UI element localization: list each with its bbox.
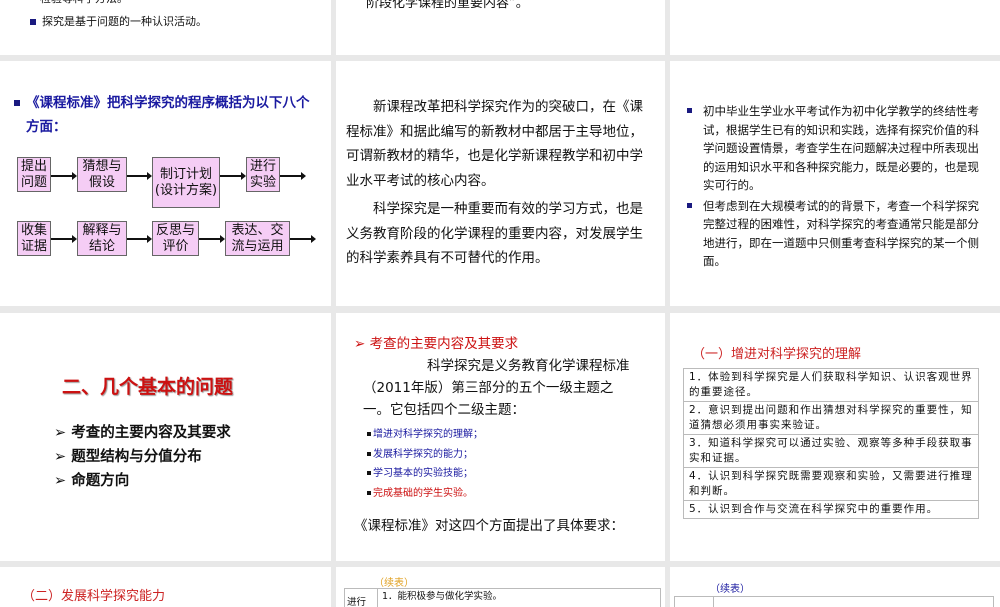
row-header: 进行 xyxy=(347,597,367,607)
arrow-icon xyxy=(51,172,77,180)
table-row: 3．知道科学探究可以通过实验、观察等多种手段获取事实和证据。 xyxy=(683,434,979,468)
item-list: ➢ 考查的主要内容及其要求 ➢ 题型结构与分值分布 ➢ 命题方向 xyxy=(54,421,231,493)
slide-heading: （二）发展科学探究能力 xyxy=(22,589,166,604)
slide-thumbnail[interactable]: 初中毕业生学业水平考试作为初中化学教学的终结性考试，根据学生已有的知识和实践，选… xyxy=(670,61,1000,306)
footer-text: 《课程标准》对这四个方面提出了具体要求： xyxy=(354,518,624,534)
list-item: ➢ 题型结构与分值分布 xyxy=(54,445,231,469)
bullet-text: 探究是基于问题的一种认识活动。 xyxy=(42,15,207,28)
continued-label: （续表） xyxy=(710,584,750,595)
slide-heading: （一）增进对科学探究的理解 xyxy=(692,347,862,362)
table-cell: 1．能积极参与做化学实验。 xyxy=(377,588,502,607)
continued-table xyxy=(674,596,994,607)
heading-text: 《课程标准》把科学探究的程序概括为以下八个方面： xyxy=(26,95,310,135)
slide-thumbnail[interactable]: （续表） 进行 1．能积极参与做化学实验。 xyxy=(336,567,665,607)
flow-step: 猜想与假设 xyxy=(77,157,127,192)
table-divider xyxy=(713,597,714,607)
bullet-list: 初中毕业生学业水平考试作为初中化学教学的终结性考试，根据学生已有的知识和实践，选… xyxy=(687,102,983,271)
arrow-icon xyxy=(127,235,152,243)
flow-step: 收集证据 xyxy=(17,221,51,256)
item-text: 发展科学探究的能力； xyxy=(373,448,473,460)
heading-text: 考查的主要内容及其要求 xyxy=(369,336,519,352)
flow-step: 提出问题 xyxy=(17,157,51,192)
cut-text: 阶段化学课程的重要内容”。 xyxy=(366,0,529,11)
arrow-icon xyxy=(220,172,246,180)
arrowhead-icon: ➢ xyxy=(54,449,72,465)
arrow-icon xyxy=(51,235,77,243)
flow-step: 进行实验 xyxy=(246,157,280,192)
bullet-item: 初中毕业生学业水平考试作为初中化学教学的终结性考试，根据学生已有的知识和实践，选… xyxy=(687,102,983,195)
cut-text: 检验等科学方法。 xyxy=(40,0,128,8)
slide-thumbnail[interactable]: （一）增进对科学探究的理解 1．体验到科学探究是人们获取科学知识、认识客观世界的… xyxy=(670,313,1000,561)
arrowhead-icon: ➢ xyxy=(54,425,72,441)
table-cell: 3．知道科学探究可以通过实验、观察等多种手段获取事实和证据。 xyxy=(683,434,979,468)
table-row: 4．认识到科学探究既需要观察和实验，又需要进行推理和判断。 xyxy=(683,467,979,501)
slide-thumbnail[interactable]: 二、几个基本的问题 ➢ 考查的主要内容及其要求 ➢ 题型结构与分值分布 ➢ 命题… xyxy=(0,313,331,561)
table-cell: 4．认识到科学探究既需要观察和实验，又需要进行推理和判断。 xyxy=(683,467,979,501)
flow-step: 制订计划(设计方案) xyxy=(152,157,220,208)
list-item: ➢ 考查的主要内容及其要求 xyxy=(54,421,231,445)
bullet-text: 初中毕业生学业水平考试作为初中化学教学的终结性考试，根据学生已有的知识和实践，选… xyxy=(703,104,979,192)
bullet-icon xyxy=(687,108,692,113)
table-cell: 1．体验到科学探究是人们获取科学知识、认识客观世界的重要途径。 xyxy=(683,368,979,402)
continued-label: （续表） xyxy=(374,578,414,589)
item-text: 学习基本的实验技能； xyxy=(373,468,473,479)
slide-heading: ➢ 考查的主要内容及其要求 xyxy=(354,332,518,352)
slide-thumbnail[interactable]: 检验等科学方法。 探究是基于问题的一种认识活动。 xyxy=(0,0,331,55)
item-text: 完成基础的学生实验。 xyxy=(373,487,473,499)
item-text: 考查的主要内容及其要求 xyxy=(71,425,231,441)
arrow-icon xyxy=(290,235,316,243)
arrowhead-icon: ➢ xyxy=(54,473,72,489)
bullet-icon xyxy=(30,19,36,25)
table-row: 5．认识到合作与交流在科学探究中的重要作用。 xyxy=(683,500,979,519)
table-cell: 2．意识到提出问题和作出猜想对科学探究的重要性，知道猜想必须用事实来验证。 xyxy=(683,401,979,435)
slide-thumbnail[interactable]: 阶段化学课程的重要内容”。 xyxy=(336,0,665,55)
item-text: 增进对科学探究的理解； xyxy=(373,429,483,440)
slide-thumbnail[interactable]: 《课程标准》把科学探究的程序概括为以下八个方面： 提出问题 猜想与假设 制订计划… xyxy=(0,61,331,306)
continued-table: 进行 1．能积极参与做化学实验。 xyxy=(344,588,661,607)
bullet-icon xyxy=(687,202,692,208)
list-item: 完成基础的学生实验。 xyxy=(367,484,483,504)
table-row: 2．意识到提出问题和作出猜想对科学探究的重要性，知道猜想必须用事实来验证。 xyxy=(683,401,979,435)
paragraph: 科学探究是义务教育化学课程标准（2011年版）第三部分的五个一级主题之一。它包括… xyxy=(363,358,630,418)
list-item: 学习基本的实验技能； xyxy=(367,464,483,484)
bullet-icon xyxy=(14,100,20,106)
paragraph: 科学探究是一种重要而有效的学习方式，也是义务教育阶段的化学课程的重要内容，对发展… xyxy=(346,201,643,266)
slide-thumbnail[interactable] xyxy=(670,0,1000,55)
flow-step: 解释与结论 xyxy=(77,221,127,256)
arrow-icon xyxy=(199,235,225,243)
paragraph: 新课程改革把科学探究作为的突破口，在《课程标准》和据此编写的新教材中都居于主导地… xyxy=(346,99,643,189)
bullet-item: 但考虑到在大规模考试的的背景下，考查一个科学探究完整过程的困难性，对科学探究的考… xyxy=(687,197,983,271)
sub-topic-list: 增进对科学探究的理解； 发展科学探究的能力； 学习基本的实验技能； 完成基础的学… xyxy=(367,425,483,503)
slide-title: 二、几个基本的问题 xyxy=(62,376,234,398)
slide-heading: 《课程标准》把科学探究的程序概括为以下八个方面： xyxy=(14,91,319,139)
arrowhead-icon: ➢ xyxy=(354,336,370,352)
slide-thumbnail[interactable]: ➢ 考查的主要内容及其要求 科学探究是义务教育化学课程标准（2011年版）第三部… xyxy=(336,313,665,561)
bullet-icon xyxy=(367,471,371,475)
table-cell: 5．认识到合作与交流在科学探究中的重要作用。 xyxy=(683,500,979,519)
table-row: 1．体验到科学探究是人们获取科学知识、认识客观世界的重要途径。 xyxy=(683,368,979,402)
slide-thumbnail[interactable]: （二）发展科学探究能力 xyxy=(0,567,331,607)
bullet-text: 但考虑到在大规模考试的的背景下，考查一个科学探究完整过程的困难性，对科学探究的考… xyxy=(703,198,979,269)
arrow-icon xyxy=(127,172,152,180)
slide-thumbnail[interactable]: 新课程改革把科学探究作为的突破口，在《课程标准》和据此编写的新教材中都居于主导地… xyxy=(336,61,665,306)
bullet-icon xyxy=(367,432,371,436)
bullet-item: 探究是基于问题的一种认识活动。 xyxy=(30,13,207,31)
flow-step: 反思与评价 xyxy=(152,221,199,256)
slide-thumbnail[interactable]: （续表） xyxy=(670,567,1000,607)
bullet-icon xyxy=(367,490,371,495)
flow-step: 表达、交流与运用 xyxy=(225,221,290,256)
list-item: 增进对科学探究的理解； xyxy=(367,425,483,445)
item-text: 命题方向 xyxy=(71,473,130,489)
bullet-icon xyxy=(367,451,371,456)
list-item: ➢ 命题方向 xyxy=(54,469,231,493)
requirements-table: 1．体验到科学探究是人们获取科学知识、认识客观世界的重要途径。 2．意识到提出问… xyxy=(683,368,979,519)
list-item: 发展科学探究的能力； xyxy=(367,445,483,465)
item-text: 题型结构与分值分布 xyxy=(71,449,202,465)
arrow-icon xyxy=(280,172,306,180)
